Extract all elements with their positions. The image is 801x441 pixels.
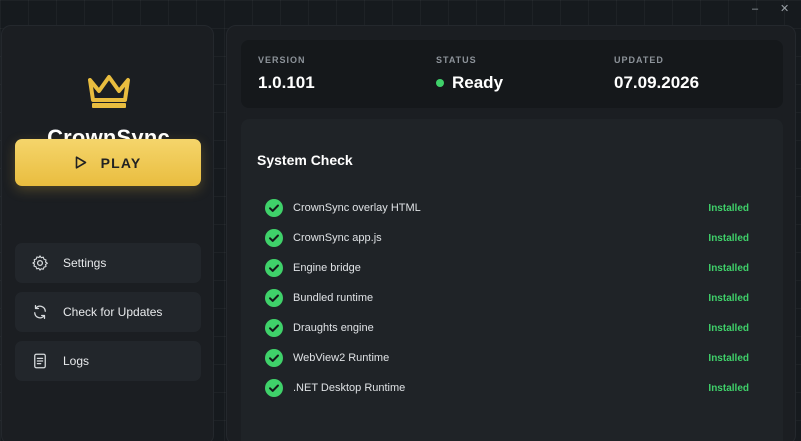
check-item-status: Installed bbox=[708, 292, 749, 304]
list-item: WebView2 Runtime Installed bbox=[265, 348, 749, 368]
check-circle-icon bbox=[265, 199, 283, 217]
list-item: .NET Desktop Runtime Installed bbox=[265, 378, 749, 398]
check-item-name: .NET Desktop Runtime bbox=[293, 382, 406, 394]
list-item: Draughts engine Installed bbox=[265, 318, 749, 338]
play-icon bbox=[75, 156, 86, 169]
refresh-icon bbox=[34, 304, 46, 320]
check-item-status: Installed bbox=[708, 322, 749, 334]
status-info: STATUS Ready bbox=[436, 55, 503, 93]
list-item: Engine bridge Installed bbox=[265, 258, 749, 278]
check-item-status: Installed bbox=[708, 382, 749, 394]
status-row: Ready bbox=[436, 73, 503, 93]
check-item-status: Installed bbox=[708, 232, 749, 244]
check-circle-icon bbox=[265, 229, 283, 247]
check-item-status: Installed bbox=[708, 262, 749, 274]
info-card: VERSION 1.0.101 STATUS Ready UPDATED 07.… bbox=[241, 40, 783, 108]
sidebar-item-label: Check for Updates bbox=[63, 305, 163, 319]
system-check-title: System Check bbox=[257, 152, 353, 168]
check-item-name: Draughts engine bbox=[293, 322, 374, 334]
list-item: CrownSync app.js Installed bbox=[265, 228, 749, 248]
minimize-button[interactable]: – bbox=[752, 3, 758, 15]
check-item-name: WebView2 Runtime bbox=[293, 352, 390, 364]
document-icon bbox=[34, 353, 46, 369]
list-item: Bundled runtime Installed bbox=[265, 288, 749, 308]
check-item-name: Engine bridge bbox=[293, 262, 361, 274]
check-item-name: Bundled runtime bbox=[293, 292, 374, 304]
status-dot-icon bbox=[436, 79, 444, 87]
updated-info: UPDATED 07.09.2026 bbox=[614, 55, 699, 93]
play-button[interactable]: PLAY bbox=[15, 139, 201, 186]
status-value: Ready bbox=[452, 73, 504, 92]
check-item-status: Installed bbox=[708, 352, 749, 364]
check-item-name: CrownSync overlay HTML bbox=[293, 202, 421, 214]
check-circle-icon bbox=[265, 349, 283, 367]
list-item: CrownSync overlay HTML Installed bbox=[265, 198, 749, 218]
version-value: 1.0.101 bbox=[258, 73, 315, 92]
updated-value: 07.09.2026 bbox=[614, 73, 700, 92]
version-label: VERSION bbox=[258, 55, 306, 65]
sidebar-item-check-for-updates[interactable]: Check for Updates bbox=[15, 292, 201, 332]
sidebar: CrownSync PLAY Settings Check for Update… bbox=[1, 25, 214, 441]
status-label: STATUS bbox=[436, 55, 477, 65]
main-panel: VERSION 1.0.101 STATUS Ready UPDATED 07.… bbox=[226, 25, 796, 441]
close-button[interactable]: ✕ bbox=[780, 3, 789, 15]
version-info: VERSION 1.0.101 bbox=[258, 55, 315, 93]
check-circle-icon bbox=[265, 259, 283, 277]
check-item-name: CrownSync app.js bbox=[293, 232, 382, 244]
check-item-status: Installed bbox=[708, 202, 749, 214]
play-label: PLAY bbox=[100, 154, 142, 171]
check-circle-icon bbox=[265, 289, 283, 307]
sidebar-item-label: Logs bbox=[63, 354, 90, 368]
sidebar-item-logs[interactable]: Logs bbox=[15, 341, 201, 381]
sidebar-item-label: Settings bbox=[63, 256, 107, 270]
crown-icon bbox=[88, 75, 130, 108]
gear-icon bbox=[32, 255, 48, 271]
check-circle-icon bbox=[265, 379, 283, 397]
sidebar-item-settings[interactable]: Settings bbox=[15, 243, 201, 283]
system-check-panel: System Check CrownSync overlay HTML Inst… bbox=[241, 119, 783, 441]
updated-label: UPDATED bbox=[614, 55, 664, 65]
check-circle-icon bbox=[265, 319, 283, 337]
